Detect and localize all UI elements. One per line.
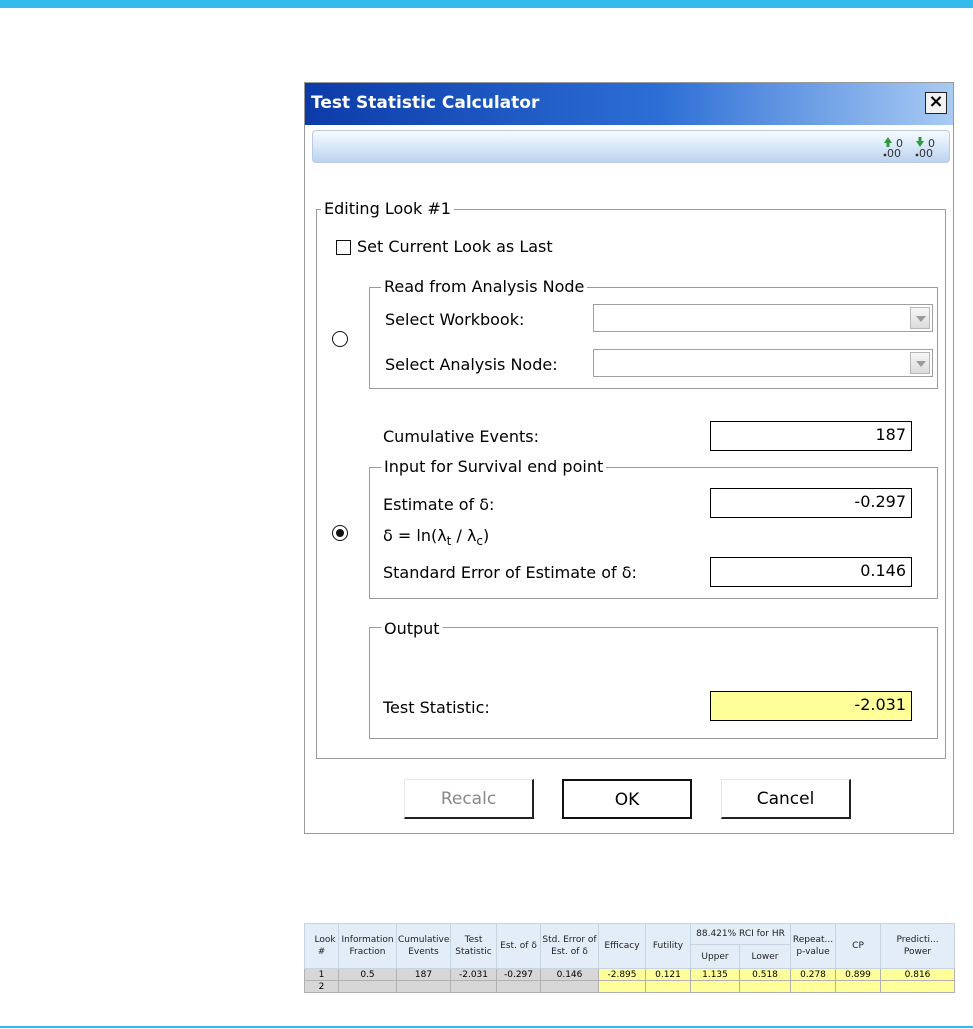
cell-futility[interactable]: 0.121 — [645, 968, 691, 981]
test-statistic-output: -2.031 — [710, 691, 912, 721]
output-group — [369, 627, 938, 739]
col-header-upper[interactable]: Upper — [690, 944, 740, 969]
chevron-down-icon — [910, 352, 930, 374]
close-icon: × — [928, 91, 944, 112]
col-header-test-stat[interactable]: Test Statistic — [450, 923, 497, 969]
col-header-info-fraction-text: Information Fraction — [341, 935, 394, 957]
col-header-se-delta-text: Std. Error of Est. of δ — [542, 935, 597, 957]
delta-formula: δ = ln(λt / λc) — [383, 526, 489, 548]
cell-est-delta[interactable]: -0.297 — [496, 968, 541, 981]
ok-button[interactable]: OK — [562, 779, 692, 819]
col-header-efficacy[interactable]: Efficacy — [598, 923, 646, 969]
recalc-button[interactable]: Recalc — [404, 779, 534, 819]
col-header-info-fraction[interactable]: Information Fraction — [338, 923, 397, 969]
table-row[interactable]: 2 — [304, 980, 956, 993]
cell-repeat-p[interactable]: 0.278 — [790, 968, 837, 981]
standard-error-input[interactable]: 0.146 — [710, 557, 912, 587]
col-header-est-delta[interactable]: Est. of δ — [496, 923, 541, 969]
dialog-toolbar: 00 0 00 0 — [312, 130, 950, 163]
set-last-label: Set Current Look as Last — [357, 237, 553, 256]
cell-pred-power[interactable] — [880, 980, 956, 993]
output-legend: Output — [381, 619, 443, 638]
cell-efficacy[interactable]: -2.895 — [598, 968, 646, 981]
cell-look-text: 2 — [318, 981, 325, 992]
standard-error-label: Standard Error of Estimate of δ: — [383, 563, 637, 582]
cell-cp[interactable] — [835, 980, 882, 993]
cell-upper[interactable] — [690, 980, 740, 993]
chevron-down-icon — [910, 307, 930, 329]
bottom-accent-rule — [0, 1026, 973, 1028]
delta-formula-suffix: ) — [483, 526, 490, 545]
col-header-pred-power[interactable]: Predicti... Power — [880, 923, 956, 969]
test-statistic-calculator-dialog: Test Statistic Calculator × 00 0 00 0 Ed… — [304, 82, 954, 834]
col-header-cum-events[interactable]: Cumulative Events — [396, 923, 451, 969]
cell-cum-events[interactable]: 187 — [396, 968, 451, 981]
manual-input-radio[interactable] — [332, 525, 348, 541]
survival-input-legend: Input for Survival end point — [381, 457, 607, 476]
test-statistic-label: Test Statistic: — [383, 698, 490, 717]
cell-cp[interactable]: 0.899 — [835, 968, 882, 981]
cell-info-fraction[interactable] — [338, 980, 397, 993]
cell-pred-power[interactable]: 0.816 — [880, 968, 956, 981]
increase-decimal-icon[interactable]: 00 0 — [881, 135, 909, 159]
cell-look[interactable]: 2 — [304, 980, 339, 993]
table-row[interactable]: 1 0.5 187 -2.031 -0.297 0.146 -2.895 0.1… — [304, 968, 956, 981]
col-header-cum-events-text: Cumulative Events — [398, 935, 450, 957]
cell-futility[interactable] — [645, 980, 691, 993]
col-header-test-stat-text: Test Statistic — [455, 935, 492, 957]
col-header-se-delta[interactable]: Std. Error of Est. of δ — [540, 923, 599, 969]
cell-lower[interactable]: 0.518 — [738, 968, 792, 981]
cell-se-delta[interactable]: 0.146 — [540, 968, 599, 981]
close-button[interactable]: × — [925, 92, 947, 114]
estimate-delta-input[interactable]: -0.297 — [710, 488, 912, 518]
svg-text:0: 0 — [928, 137, 935, 150]
cell-upper[interactable]: 1.135 — [690, 968, 740, 981]
col-header-cp[interactable]: CP — [835, 923, 882, 969]
cell-repeat-p[interactable] — [790, 980, 837, 993]
estimate-delta-label: Estimate of δ: — [383, 495, 495, 514]
read-from-node-radio[interactable] — [332, 331, 348, 347]
cell-look[interactable]: 1 — [304, 968, 339, 981]
cell-info-fraction[interactable]: 0.5 — [338, 968, 397, 981]
cell-se-delta[interactable] — [540, 980, 599, 993]
col-header-pred-power-text: Predicti... Power — [896, 935, 939, 957]
interim-results-grid: Look # Information Fraction Cumulative E… — [304, 922, 956, 993]
col-header-repeat-p-text: Repeat... p-value — [792, 935, 834, 957]
col-header-repeat-p[interactable]: Repeat... p-value — [790, 923, 837, 969]
cumulative-events-label: Cumulative Events: — [383, 427, 539, 446]
cancel-button[interactable]: Cancel — [721, 779, 851, 819]
col-header-look[interactable]: Look # — [304, 923, 339, 969]
read-analysis-node-legend: Read from Analysis Node — [381, 277, 588, 296]
cell-lower[interactable] — [738, 980, 792, 993]
cell-efficacy[interactable] — [598, 980, 646, 993]
cell-test-stat[interactable] — [450, 980, 497, 993]
cell-est-delta[interactable] — [496, 980, 541, 993]
dialog-titlebar[interactable]: Test Statistic Calculator × — [305, 83, 953, 125]
select-workbook-dropdown[interactable] — [593, 304, 933, 332]
select-analysis-node-dropdown[interactable] — [593, 349, 933, 377]
set-last-checkbox[interactable] — [336, 240, 351, 255]
top-accent-stripe — [0, 0, 973, 8]
decrease-decimal-icon[interactable]: 00 0 — [913, 135, 941, 159]
dialog-title: Test Statistic Calculator — [311, 93, 540, 113]
cell-cum-events[interactable] — [396, 980, 451, 993]
cumulative-events-input[interactable]: 187 — [710, 421, 912, 451]
delta-formula-mid: / λ — [451, 526, 477, 545]
select-workbook-label: Select Workbook: — [385, 310, 525, 329]
col-header-lower[interactable]: Lower — [738, 944, 792, 969]
cell-test-stat[interactable]: -2.031 — [450, 968, 497, 981]
col-header-rci[interactable]: 88.421% RCI for HR — [689, 922, 792, 946]
col-header-look-text: Look # — [314, 935, 336, 957]
svg-text:0: 0 — [896, 137, 903, 150]
delta-formula-prefix: δ = ln(λ — [383, 526, 447, 545]
select-analysis-node-label: Select Analysis Node: — [385, 355, 558, 374]
col-header-futility[interactable]: Futility — [645, 923, 691, 969]
editing-look-legend: Editing Look #1 — [321, 199, 454, 218]
